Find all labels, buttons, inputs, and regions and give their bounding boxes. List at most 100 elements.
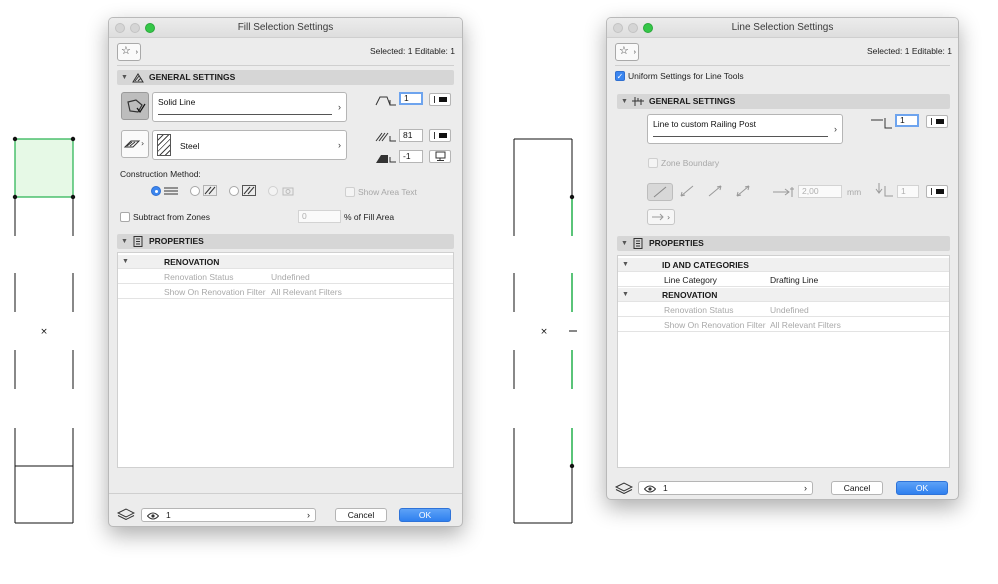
- arrow-pen-input[interactable]: 1: [897, 185, 919, 198]
- contour-line-icon: [127, 99, 146, 114]
- arrow-both-button[interactable]: [731, 183, 757, 201]
- arrow-size-unit: mm: [847, 187, 862, 197]
- fill-category-button[interactable]: ›: [121, 130, 149, 158]
- fill-type-select[interactable]: Steel ›: [152, 130, 347, 160]
- close-window-button[interactable]: [613, 23, 623, 33]
- fill-pen-input[interactable]: 81: [399, 129, 423, 142]
- window-title: Line Selection Settings: [731, 22, 834, 33]
- fill-pen-color-picker[interactable]: [429, 129, 451, 142]
- chevron-right-icon: ›: [135, 49, 138, 56]
- construction-method-radio-1[interactable]: [151, 186, 161, 196]
- eye-icon: [643, 484, 657, 496]
- close-window-button[interactable]: [115, 23, 125, 33]
- svg-text:›: ›: [141, 139, 144, 148]
- fill-tool-icon: [132, 73, 144, 83]
- cancel-button[interactable]: Cancel: [831, 481, 883, 495]
- line-pen-input[interactable]: 1: [895, 114, 919, 127]
- chevron-right-icon: ›: [338, 140, 341, 150]
- selection-handle[interactable]: [70, 136, 76, 142]
- selection-handle[interactable]: [569, 463, 575, 469]
- fill-properties-panel: ▼ RENOVATION Renovation Status Undefined…: [117, 252, 454, 468]
- arrow-start-icon: [680, 185, 694, 197]
- show-area-text-label: Show Area Text: [358, 187, 417, 197]
- section-title: GENERAL SETTINGS: [149, 72, 236, 82]
- construction-method-icon-4: [282, 187, 294, 196]
- arrow-size-icon: [773, 187, 794, 197]
- ok-button[interactable]: OK: [399, 508, 451, 522]
- selection-handle[interactable]: [569, 194, 575, 200]
- property-row[interactable]: Show On Renovation Filter All Relevant F…: [618, 318, 949, 332]
- subtract-from-zones-checkbox[interactable]: [120, 212, 130, 222]
- contour-pen-color-picker[interactable]: [429, 93, 451, 106]
- arrow-none-button[interactable]: [647, 183, 673, 201]
- arrow-start-button[interactable]: [675, 183, 701, 201]
- minimize-window-button[interactable]: [628, 23, 638, 33]
- properties-header[interactable]: ▼ PROPERTIES: [617, 236, 950, 251]
- selected-fill-shape[interactable]: [14, 138, 74, 198]
- zoom-window-button[interactable]: [145, 23, 155, 33]
- ok-button[interactable]: OK: [896, 481, 948, 495]
- property-row[interactable]: Renovation Status Undefined: [118, 270, 453, 284]
- construction-method-radio-4[interactable]: [268, 186, 278, 196]
- property-group-renovation[interactable]: ▼ RENOVATION: [118, 255, 453, 269]
- layer-select[interactable]: 1 ›: [141, 508, 316, 522]
- zone-boundary-checkbox[interactable]: [648, 158, 658, 168]
- favorites-button[interactable]: ☆ ›: [117, 43, 141, 61]
- section-title: PROPERTIES: [149, 236, 204, 246]
- arrow-type-button[interactable]: ›: [647, 209, 675, 225]
- layer-icon: [615, 482, 633, 494]
- construction-method-radio-3[interactable]: [229, 186, 239, 196]
- left-drawing: ×: [12, 136, 76, 524]
- section-title: GENERAL SETTINGS: [649, 96, 736, 106]
- show-area-text-checkbox[interactable]: [345, 187, 355, 197]
- property-row[interactable]: Line Category Drafting Line: [618, 273, 949, 287]
- construction-method-icon-1: [164, 187, 178, 195]
- chevron-right-icon: ›: [307, 510, 310, 520]
- arrow-pen-icon: [875, 183, 893, 197]
- zoom-window-button[interactable]: [643, 23, 653, 33]
- layer-select[interactable]: 1 ›: [638, 481, 813, 495]
- line-properties-panel: ▼ ID AND CATEGORIES Line Category Drafti…: [617, 255, 950, 468]
- disclosure-triangle-icon: ▼: [622, 291, 629, 298]
- line-window-titlebar[interactable]: Line Selection Settings: [607, 18, 958, 38]
- line-type-select[interactable]: Solid Line ›: [152, 92, 347, 122]
- properties-list-icon: [133, 236, 143, 247]
- general-settings-header[interactable]: ▼ GENERAL SETTINGS: [117, 70, 454, 85]
- property-row[interactable]: Renovation Status Undefined: [618, 303, 949, 317]
- arrow-size-input[interactable]: 2,00: [798, 185, 842, 198]
- minimize-window-button[interactable]: [130, 23, 140, 33]
- property-group-id-categories[interactable]: ▼ ID AND CATEGORIES: [618, 258, 949, 272]
- disclosure-triangle-icon: ▼: [121, 74, 128, 81]
- construction-method-icon-3: [242, 185, 256, 196]
- selection-handle[interactable]: [12, 136, 18, 142]
- background-pen-color-picker[interactable]: [429, 150, 451, 163]
- cancel-button[interactable]: Cancel: [335, 508, 387, 522]
- contour-pen-icon: [375, 96, 396, 106]
- property-group-renovation[interactable]: ▼ RENOVATION: [618, 288, 949, 302]
- uniform-settings-checkbox[interactable]: ✓: [615, 71, 625, 81]
- construction-method-icon-2: [203, 185, 217, 196]
- disclosure-triangle-icon: ▼: [622, 261, 629, 268]
- line-settings-window: Line Selection Settings ☆ › Selected: 1 E…: [606, 17, 959, 500]
- line-type-icon[interactable]: [121, 92, 149, 120]
- fill-settings-window: Fill Selection Settings ☆ › Selected: 1 E…: [108, 17, 463, 527]
- general-settings-header[interactable]: ▼ GENERAL SETTINGS: [617, 94, 950, 109]
- chevron-right-icon: ›: [834, 124, 837, 134]
- line-pen-color-picker[interactable]: [926, 115, 948, 128]
- property-row[interactable]: Show On Renovation Filter All Relevant F…: [118, 285, 453, 299]
- background-pen-icon: [376, 155, 396, 163]
- properties-header[interactable]: ▼ PROPERTIES: [117, 234, 454, 249]
- contour-pen-input[interactable]: 1: [399, 92, 423, 105]
- line-type-select[interactable]: Line to custom Railing Post ›: [647, 114, 843, 144]
- background-pen-input[interactable]: -1: [399, 150, 423, 163]
- star-icon: ☆: [619, 45, 629, 57]
- fill-window-titlebar[interactable]: Fill Selection Settings: [109, 18, 462, 38]
- disclosure-triangle-icon: ▼: [621, 98, 628, 105]
- fill-category-icon: ›: [123, 139, 144, 148]
- arrow-pen-color-picker[interactable]: [926, 185, 948, 198]
- construction-method-radio-2[interactable]: [190, 186, 200, 196]
- favorites-button[interactable]: ☆ ›: [615, 43, 639, 61]
- fill-area-percent-input[interactable]: 0: [298, 210, 341, 223]
- section-title: PROPERTIES: [649, 238, 704, 248]
- arrow-end-button[interactable]: [703, 183, 729, 201]
